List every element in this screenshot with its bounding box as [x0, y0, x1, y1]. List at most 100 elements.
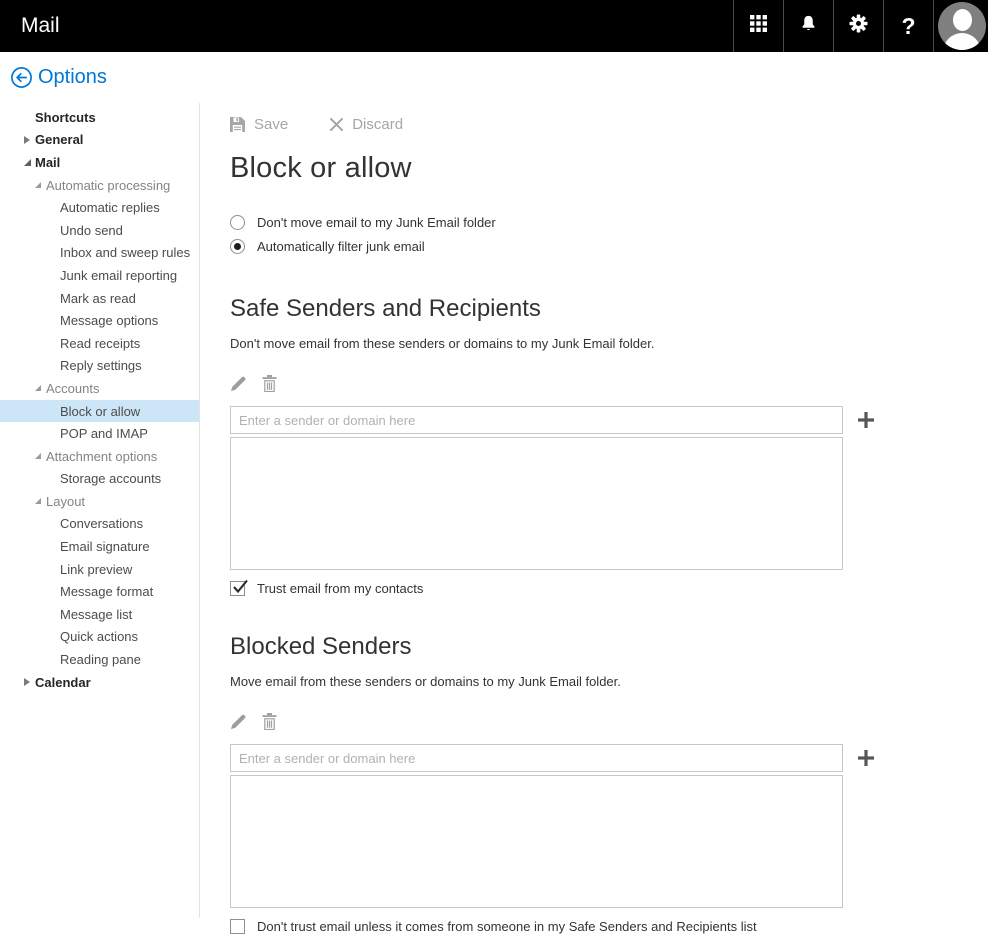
sidebar-item-junk-email-reporting[interactable]: Junk email reporting — [0, 264, 199, 287]
add-entry-button[interactable] — [857, 749, 875, 767]
sidebar-item-message-format[interactable]: Message format — [0, 580, 199, 603]
sidebar-item-label: Storage accounts — [60, 471, 161, 486]
app-title: Mail — [0, 0, 733, 52]
radio-button[interactable] — [230, 215, 245, 230]
pencil-icon — [230, 375, 247, 392]
tree-collapsed-icon[interactable] — [24, 136, 35, 144]
sidebar-item-quick-actions[interactable]: Quick actions — [0, 626, 199, 649]
sidebar-item-label: Block or allow — [60, 404, 140, 419]
junk-filter-radio-group: Don't move email to my Junk Email folder… — [230, 210, 988, 258]
discard-button-label: Discard — [352, 116, 403, 133]
edit-button[interactable] — [230, 713, 247, 730]
sender-or-domain-input[interactable] — [230, 406, 843, 434]
block-or-allow-panel: Save Discard Block or allow Don't move e… — [200, 103, 988, 918]
sidebar-item-attachment-options[interactable]: Attachment options — [0, 445, 199, 468]
sender-list-box[interactable] — [230, 437, 843, 570]
section-safe-senders-and-recipients: Safe Senders and Recipients Don't move e… — [230, 295, 988, 596]
sidebar-item-label: Undo send — [60, 223, 123, 238]
list-actions-row — [230, 375, 988, 392]
pencil-icon — [230, 713, 247, 730]
command-toolbar: Save Discard — [230, 116, 988, 133]
sidebar-item-label: Junk email reporting — [60, 268, 177, 283]
sidebar-item-label: Link preview — [60, 562, 132, 577]
sidebar-item-general[interactable]: General — [0, 129, 199, 152]
sidebar-item-calendar[interactable]: Calendar — [0, 671, 199, 694]
save-button-label: Save — [254, 116, 288, 133]
sidebar-item-undo-send[interactable]: Undo send — [0, 219, 199, 242]
sender-sections: Safe Senders and Recipients Don't move e… — [230, 295, 988, 934]
sidebar-item-label: Reply settings — [60, 358, 142, 373]
radio-option-0[interactable]: Don't move email to my Junk Email folder — [230, 210, 988, 234]
sidebar-item-label: Shortcuts — [35, 110, 96, 125]
settings-button[interactable] — [833, 0, 883, 52]
gear-icon — [849, 14, 868, 38]
sidebar-item-block-or-allow[interactable]: Block or allow — [0, 400, 199, 423]
section-checkbox-row[interactable]: Trust email from my contacts — [230, 581, 988, 596]
sidebar-item-reading-pane[interactable]: Reading pane — [0, 648, 199, 671]
back-link-label: Options — [38, 66, 107, 89]
save-button[interactable]: Save — [230, 116, 288, 133]
sidebar-item-accounts[interactable]: Accounts — [0, 377, 199, 400]
add-entry-button[interactable] — [857, 411, 875, 429]
checkbox-label: Don't trust email unless it comes from s… — [257, 919, 757, 934]
sidebar-item-shortcuts[interactable]: Shortcuts — [0, 106, 199, 129]
sidebar-item-automatic-replies[interactable]: Automatic replies — [0, 196, 199, 219]
notifications-button[interactable] — [783, 0, 833, 52]
sidebar-item-pop-and-imap[interactable]: POP and IMAP — [0, 422, 199, 445]
sender-list-box[interactable] — [230, 775, 843, 908]
section-description: Don't move email from these senders or d… — [230, 336, 988, 351]
tree-expanded-icon[interactable] — [35, 453, 46, 459]
sidebar-item-read-receipts[interactable]: Read receipts — [0, 332, 199, 355]
sidebar-item-conversations[interactable]: Conversations — [0, 513, 199, 536]
radio-label: Automatically filter junk email — [257, 239, 425, 254]
plus-icon — [857, 411, 875, 429]
sidebar-item-label: Email signature — [60, 539, 150, 554]
delete-button[interactable] — [262, 375, 277, 392]
sidebar-item-inbox-and-sweep-rules[interactable]: Inbox and sweep rules — [0, 242, 199, 265]
tree-expanded-icon[interactable] — [35, 385, 46, 391]
checkbox-label: Trust email from my contacts — [257, 581, 423, 596]
tree-expanded-icon[interactable] — [24, 159, 35, 166]
sidebar-item-label: Conversations — [60, 516, 143, 531]
sidebar-item-mark-as-read[interactable]: Mark as read — [0, 287, 199, 310]
tree-expanded-icon[interactable] — [35, 182, 46, 188]
sidebar-item-label: Mark as read — [60, 291, 136, 306]
tree-collapsed-icon[interactable] — [24, 678, 35, 686]
help-button[interactable]: ? — [883, 0, 933, 52]
sidebar-item-message-options[interactable]: Message options — [0, 309, 199, 332]
save-icon — [230, 117, 245, 132]
options-header-row: Options — [0, 52, 988, 103]
radio-button[interactable] — [230, 239, 245, 254]
list-actions-row — [230, 713, 988, 730]
sender-or-domain-input[interactable] — [230, 744, 843, 772]
sidebar-item-mail[interactable]: Mail — [0, 151, 199, 174]
tree-expanded-icon[interactable] — [35, 498, 46, 504]
back-to-options-link[interactable]: Options — [10, 66, 107, 89]
edit-button[interactable] — [230, 375, 247, 392]
add-entry-row — [230, 406, 988, 434]
topbar-actions: ? — [733, 0, 988, 52]
sidebar-item-layout[interactable]: Layout — [0, 490, 199, 513]
options-nav-sidebar: Shortcuts General MailAutomatic processing… — [0, 103, 200, 918]
app-launcher-button[interactable] — [733, 0, 783, 52]
sidebar-item-automatic-processing[interactable]: Automatic processing — [0, 174, 199, 197]
checkbox[interactable] — [230, 919, 245, 934]
checkmark-icon — [232, 578, 250, 595]
checkbox[interactable] — [230, 581, 245, 596]
delete-button[interactable] — [262, 713, 277, 730]
sidebar-item-storage-accounts[interactable]: Storage accounts — [0, 468, 199, 491]
sidebar-item-message-list[interactable]: Message list — [0, 603, 199, 626]
sidebar-item-label: Attachment options — [46, 449, 157, 464]
avatar — [938, 2, 986, 50]
section-blocked-senders: Blocked Senders Move email from these se… — [230, 633, 988, 934]
section-checkbox-row[interactable]: Don't trust email unless it comes from s… — [230, 919, 988, 934]
sidebar-item-label: Read receipts — [60, 336, 140, 351]
sidebar-item-email-signature[interactable]: Email signature — [0, 535, 199, 558]
discard-button[interactable]: Discard — [330, 116, 403, 133]
radio-option-1[interactable]: Automatically filter junk email — [230, 234, 988, 258]
sidebar-item-link-preview[interactable]: Link preview — [0, 558, 199, 581]
account-button[interactable] — [933, 0, 988, 52]
sidebar-item-reply-settings[interactable]: Reply settings — [0, 355, 199, 378]
page-title: Block or allow — [230, 152, 988, 185]
sidebar-item-label: General — [35, 132, 83, 147]
